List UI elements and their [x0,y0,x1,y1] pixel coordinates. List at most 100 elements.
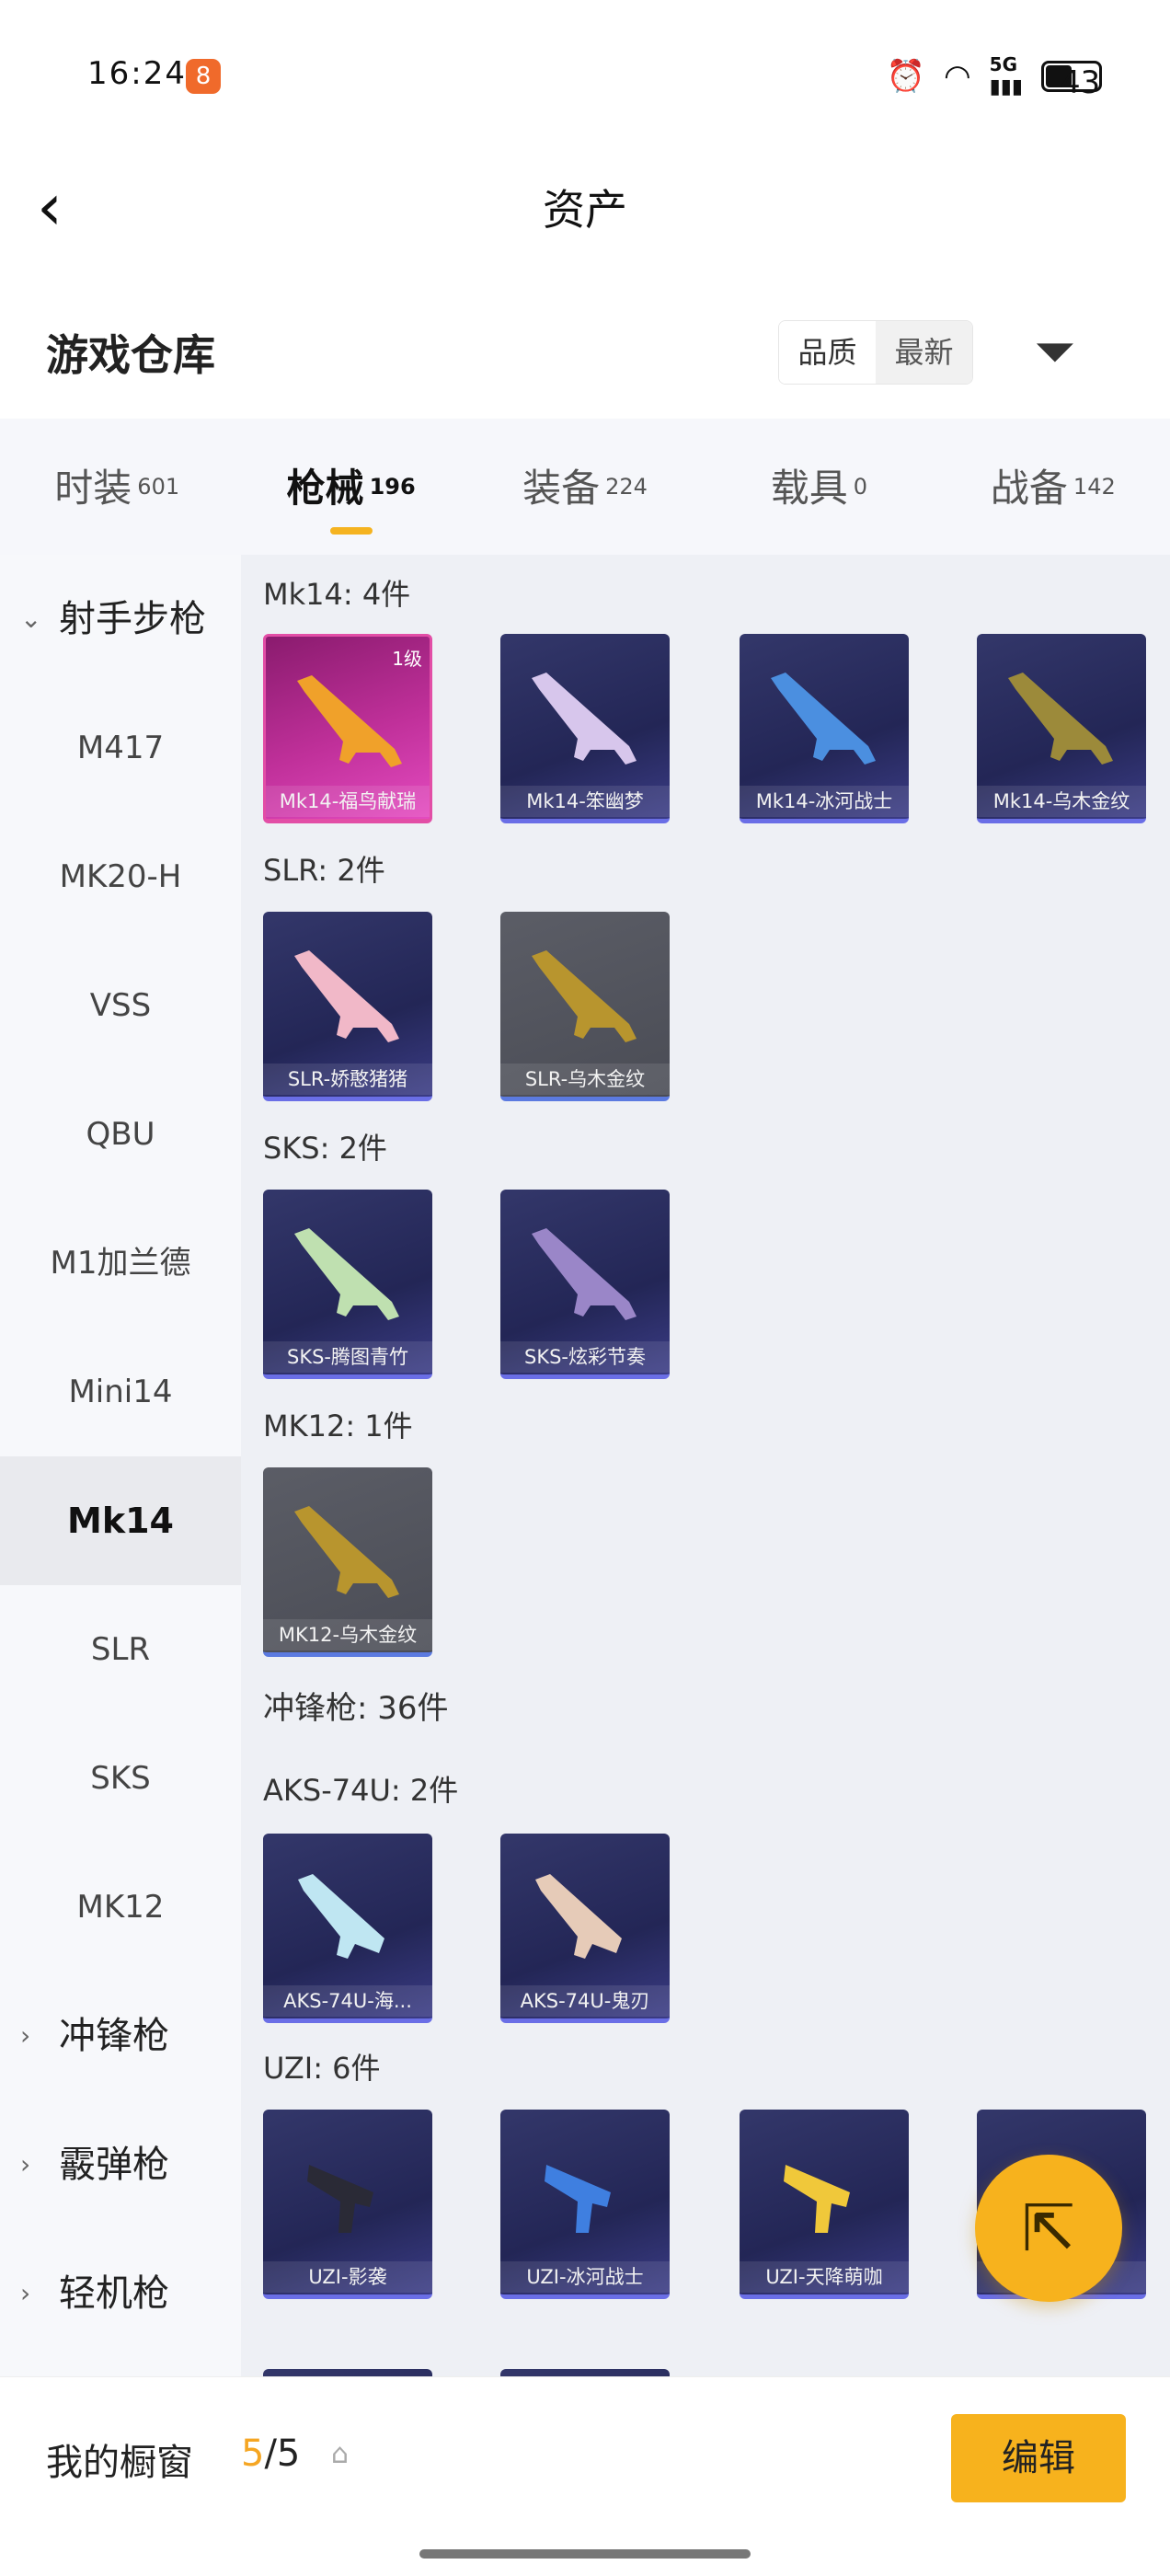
sidebar-item-mini14[interactable]: Mini14 [0,1328,241,1456]
tab-vehicles[interactable]: 载具 0 [702,419,935,555]
weapon-card[interactable] [263,2369,432,2376]
smg-icon [545,2165,611,2233]
sidebar-item-m417[interactable]: M417 [0,684,241,812]
weapon-card[interactable]: AKS-74U-鬼刃 [500,1834,670,2023]
weapon-sidebar: ⌄ 射手步枪 M417 MK20-H VSS QBU M1加兰德 Mini14 M… [0,555,241,2376]
chevron-down-icon: ⌄ [20,604,42,634]
weapon-grid: Mk14: 4件 1级 Mk14-福鸟献瑞 Mk14-笨幽梦 Mk14-冰河战士… [241,555,1170,2376]
rifle-icon [771,673,876,765]
weapon-card[interactable]: SKS-炫彩节奏 [500,1190,670,1379]
status-bar: 16:24 8 ⏰ ◠ 5G ▮▮▮ 43 [0,0,1170,156]
group-label: Mk14: 4件 [263,577,411,612]
smg-icon [784,2165,850,2233]
chevron-right-icon: › [20,2020,31,2051]
group-label: SLR: 2件 [263,853,385,888]
weapon-name: UZI-冰河战士 [500,2261,670,2293]
sidebar-group-lmg[interactable]: › 轻机枪 [0,2229,241,2358]
weapon-card[interactable]: AKS-74U-海... [263,1834,432,2023]
weapon-card[interactable]: UZI-天降萌咖 [740,2110,909,2299]
weapon-card[interactable]: MK12-乌木金纹 [263,1467,432,1657]
tab-fashion[interactable]: 时装 601 [0,419,234,555]
status-time: 16:24 [87,55,187,92]
tab-equipment[interactable]: 装备 224 [468,419,702,555]
rifle-icon [294,1506,399,1598]
weapon-name: UZI-影袭 [263,2261,432,2293]
lock-icon: ⌂ [331,2438,350,2470]
alarm-icon: ⏰ [886,57,925,95]
edit-button[interactable]: 编辑 [951,2414,1126,2502]
weapon-name: Mk14-乌木金纹 [977,786,1146,817]
filter-icon[interactable]: ⏷ [1023,320,1087,385]
chevron-right-icon: › [20,2149,31,2179]
warehouse-title: 游戏仓库 [46,330,215,380]
sidebar-group-marksman-rifles[interactable]: ⌄ 射手步枪 [0,555,241,684]
group-label: MK12: 1件 [263,1409,413,1443]
chevron-right-icon: › [20,2278,31,2308]
sidebar-item-mk20h[interactable]: MK20-H [0,812,241,941]
rifle-icon [294,950,399,1042]
weapon-card[interactable] [500,2369,670,2376]
share-icon: ⇱ [1021,2191,1076,2266]
share-button[interactable]: ⇱ [975,2155,1122,2302]
weapon-card[interactable]: SKS-腾图青竹 [263,1190,432,1379]
rifle-icon [535,1874,622,1959]
sidebar-item-m1-garand[interactable]: M1加兰德 [0,1199,241,1328]
tab-firearms[interactable]: 枪械 196 [234,419,467,555]
weapon-name: AKS-74U-海... [263,1985,432,2017]
group-label: SKS: 2件 [263,1131,387,1166]
weapon-name: Mk14-福鸟献瑞 [266,786,430,817]
sidebar-group-shotgun[interactable]: › 霰弹枪 [0,2100,241,2229]
weapon-name: Mk14-笨幽梦 [500,786,670,817]
showcase-count: 5/5 [241,2432,301,2475]
weapon-card[interactable]: Mk14-冰河战士 [740,634,909,823]
group-label: UZI: 6件 [263,2051,381,2086]
rifle-icon [297,675,402,767]
weapon-card[interactable]: Mk14-笨幽梦 [500,634,670,823]
smg-icon [307,2165,373,2233]
rifle-icon [298,1874,384,1959]
sort-newest-button[interactable]: 最新 [876,321,972,384]
sidebar-item-mk12[interactable]: MK12 [0,1843,241,1972]
showcase-label: 我的橱窗 [46,2442,193,2484]
sidebar-item-vss[interactable]: VSS [0,941,241,1070]
showcase-bar: 我的橱窗 5/5 ⌂ 编辑 [0,2376,1170,2576]
category-label: 冲锋枪: 36件 [263,1690,449,1727]
page-title: 资产 [543,185,627,235]
weapon-card[interactable]: SLR-娇憨猪猪 [263,912,432,1101]
sidebar-item-sks[interactable]: SKS [0,1714,241,1843]
weapon-card[interactable]: SLR-乌木金纹 [500,912,670,1101]
weapon-name: SKS-炫彩节奏 [500,1341,670,1373]
home-indicator [419,2549,751,2559]
status-icons: ⏰ ◠ 5G ▮▮▮ 43 [886,53,1102,101]
rifle-icon [1008,673,1113,765]
weapon-name: SKS-腾图青竹 [263,1341,432,1373]
warehouse-header: 游戏仓库 品质 最新 ⏷ [0,304,1170,405]
sort-quality-button[interactable]: 品质 [779,321,876,384]
weapon-name: SLR-乌木金纹 [500,1064,670,1095]
sidebar-group-smg[interactable]: › 冲锋枪 [0,1972,241,2100]
wifi-icon: ◠ [944,57,971,95]
sidebar-item-mk14[interactable]: Mk14 [0,1456,241,1585]
weapon-card[interactable]: 1级 Mk14-福鸟献瑞 [263,634,432,823]
rifle-icon [532,950,637,1042]
battery-icon: 43 [1041,60,1102,101]
weapon-name: MK12-乌木金纹 [263,1619,432,1650]
weapon-name: SLR-娇憨猪猪 [263,1064,432,1095]
weapon-card[interactable]: Mk14-乌木金纹 [977,634,1146,823]
page-header: ‹ 资产 [0,156,1170,258]
weapon-name: Mk14-冰河战士 [740,786,909,817]
signal-icon: 5G ▮▮▮ [989,53,1023,98]
weapon-card[interactable]: UZI-影袭 [263,2110,432,2299]
weapon-card[interactable]: UZI-冰河战士 [500,2110,670,2299]
weapon-name: UZI-天降萌咖 [740,2261,909,2293]
category-tabs: 时装 601 枪械 196 装备 224 载具 0 战备 142 [0,419,1170,555]
weapon-name: AKS-74U-鬼刃 [500,1985,670,2017]
group-label: AKS-74U: 2件 [263,1773,459,1808]
sidebar-item-slr[interactable]: SLR [0,1585,241,1714]
rifle-icon [532,673,637,765]
tab-battle-supplies[interactable]: 战备 142 [936,419,1170,555]
sort-toggle: 品质 最新 [778,320,973,385]
rifle-icon [294,1228,399,1320]
app-notification-icon: 8 [186,59,221,94]
sidebar-item-qbu[interactable]: QBU [0,1070,241,1199]
